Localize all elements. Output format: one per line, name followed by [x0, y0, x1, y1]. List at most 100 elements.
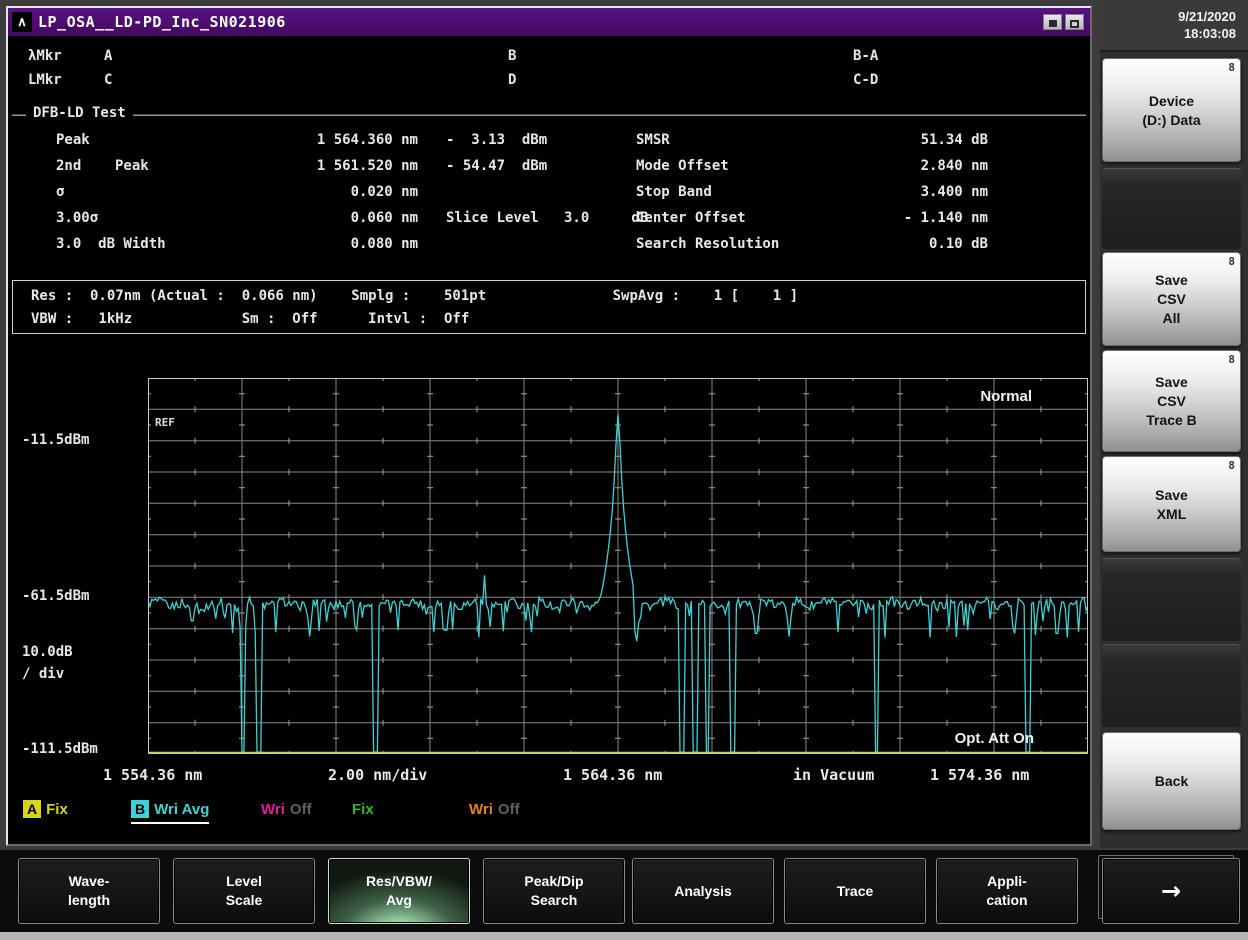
dfb-ld-test-results: Peak 1 564.360 nm - 3.13 dBm SMSR 51.34 … [8, 132, 1090, 262]
result-wavelength: 0.060 nm [350, 210, 418, 226]
menu-label: length [68, 892, 110, 908]
result-row-3sigma: 3.00σ 0.060 nm Slice Level 3.0 dB Center… [8, 210, 1090, 236]
trace-c-state: Off [289, 800, 312, 818]
marker-row-label: λMkr [28, 48, 62, 64]
spectrum-chart-section: -11.5dBm -61.5dBm 10.0dB / div -111.5dBm… [8, 338, 1091, 844]
level-marker-row: LMkr C D C-D [8, 72, 1090, 94]
trace-d-mode: Fix [352, 800, 374, 818]
empty-softkey-slot [1102, 558, 1241, 641]
date-display: 9/21/2020 [1178, 9, 1236, 24]
menu-item-trace[interactable]: Trace [784, 858, 926, 924]
softkey-label: Save [1155, 486, 1188, 503]
osa-screen: ∧ LP_OSA__LD-PD_Inc_SN021906 λMkr A B B-… [0, 0, 1248, 940]
window-controls [1043, 14, 1084, 30]
menu-label: Appli- [987, 873, 1027, 889]
x-axis-center-label: 1 564.36 nm [563, 766, 663, 784]
menu-item-level-scale[interactable]: Level Scale [173, 858, 315, 924]
trace-c-mode: Wri [261, 800, 285, 818]
back-button[interactable]: Back [1102, 732, 1241, 830]
softkey-label: Save [1155, 272, 1188, 288]
menu-item-next-page[interactable]: → [1102, 858, 1240, 924]
x-axis-labels: 1 554.36 nm 2.00 nm/div 1 564.36 nm in V… [103, 766, 1088, 788]
marker-c-d-label: C-D [853, 72, 879, 88]
trace-a-mode: Fix [46, 800, 68, 818]
menu-item-res-vbw-avg[interactable]: Res/VBW/ Avg [328, 858, 470, 924]
result-label: SMSR [636, 132, 670, 148]
result-row-db-width: 3.0 dB Width 0.080 nm Search Resolution … [8, 236, 1090, 262]
result-label: 3.0 dB Width [56, 236, 166, 252]
bottom-edge-strip [0, 932, 1248, 940]
y-axis-ref-level-label: -11.5dBm [22, 432, 90, 448]
menu-item-application[interactable]: Appli- cation [936, 858, 1078, 924]
softkey-corner-badge: 8 [1228, 61, 1235, 74]
menu-label: Res/VBW/ [365, 873, 433, 889]
menu-item-peak-dip-search[interactable]: Peak/Dip Search [483, 858, 625, 924]
minimize-icon [1048, 20, 1057, 27]
marker-b-a-label: B-A [853, 48, 879, 64]
result-label: Search Resolution [636, 236, 780, 252]
trace-c-status: Wri Off [261, 798, 312, 820]
marker-c-label: C [104, 72, 113, 88]
y-axis-mid-level-label: -61.5dBm [22, 588, 90, 604]
result-value: 3.400 nm [920, 184, 988, 200]
marker-a-label: A [104, 48, 113, 64]
result-wavelength: 1 561.520 nm [316, 158, 418, 174]
result-wavelength: 0.020 nm [350, 184, 418, 200]
softkey-label: CSV [1157, 291, 1186, 307]
softkey-label: CSV [1157, 393, 1186, 409]
result-wavelength: 0.080 nm [350, 236, 418, 252]
menu-item-wavelength[interactable]: Wave- length [18, 858, 160, 924]
result-level: - 54.47 dBm [446, 158, 548, 174]
save-csv-all-button[interactable]: 8 Save CSV All [1102, 252, 1241, 346]
result-value: - 1.140 nm [903, 210, 988, 226]
device-data-button[interactable]: 8 Device (D:) Data [1102, 58, 1241, 162]
y-axis-scale-label: 10.0dB [22, 644, 73, 660]
x-axis-span-label: 2.00 nm/div [328, 766, 428, 784]
trace-a-status: A Fix [23, 798, 68, 820]
y-axis-scale-per-div-label: / div [22, 666, 65, 682]
result-label: Stop Band [636, 184, 712, 200]
softkey-label: Save [1155, 374, 1188, 390]
menu-item-analysis[interactable]: Analysis [632, 858, 774, 924]
menu-label: Avg [386, 892, 412, 908]
trace-b-badge: B [131, 800, 150, 818]
maximize-button[interactable] [1065, 14, 1084, 30]
trace-e-state: Off [497, 800, 520, 818]
menu-label: Peak/Dip [524, 873, 584, 889]
save-csv-trace-b-button[interactable]: 8 Save CSV Trace B [1102, 350, 1241, 452]
trace-status-legend: A Fix B Wri Avg Wri Off Fix Wri Off [8, 798, 1090, 824]
result-label: Peak [56, 132, 90, 148]
window-title: LP_OSA__LD-PD_Inc_SN021906 [38, 13, 286, 31]
window-titlebar: ∧ LP_OSA__LD-PD_Inc_SN021906 [8, 8, 1090, 36]
result-label: Mode Offset [636, 158, 729, 174]
marker-b-label: B [508, 48, 517, 64]
wavelength-marker-row: λMkr A B B-A [8, 48, 1090, 70]
marker-row-label: LMkr [28, 72, 62, 88]
result-value: 2.840 nm [920, 158, 988, 174]
x-axis-stop-label: 1 574.36 nm [930, 766, 1030, 784]
measure-mode-label: Normal [980, 388, 1032, 405]
sweep-settings-box: Res : 0.07nm (Actual : 0.066 nm) Smplg :… [12, 280, 1086, 334]
result-label: Center Offset [636, 210, 746, 226]
menu-label: Trace [836, 882, 874, 899]
optical-attenuator-status: Opt. Att On [954, 730, 1034, 747]
softkey-corner-badge: 8 [1228, 255, 1235, 268]
next-page-arrow-icon: → [1160, 876, 1182, 905]
menu-label: cation [986, 892, 1028, 908]
softkey-label: (D:) Data [1142, 111, 1201, 128]
softkey-label: Device [1148, 92, 1195, 109]
softkey-label: Back [1154, 773, 1189, 789]
spectrum-trace-canvas [145, 375, 1091, 757]
result-row-2nd-peak: 2nd Peak 1 561.520 nm - 54.47 dBm Mode O… [8, 158, 1090, 184]
result-label: σ [56, 184, 65, 200]
x-axis-medium-label: in Vacuum [793, 766, 875, 784]
result-label: 3.00σ [56, 210, 99, 226]
result-row-peak: Peak 1 564.360 nm - 3.13 dBm SMSR 51.34 … [8, 132, 1090, 158]
x-axis-start-label: 1 554.36 nm [103, 766, 203, 784]
minimize-button[interactable] [1043, 14, 1062, 30]
save-xml-button[interactable]: 8 Save XML [1102, 456, 1241, 552]
trace-b-status: B Wri Avg [131, 798, 210, 824]
trace-e-mode: Wri [469, 800, 493, 818]
softkey-corner-badge: 8 [1228, 459, 1235, 472]
softkey-label: All [1162, 310, 1181, 326]
